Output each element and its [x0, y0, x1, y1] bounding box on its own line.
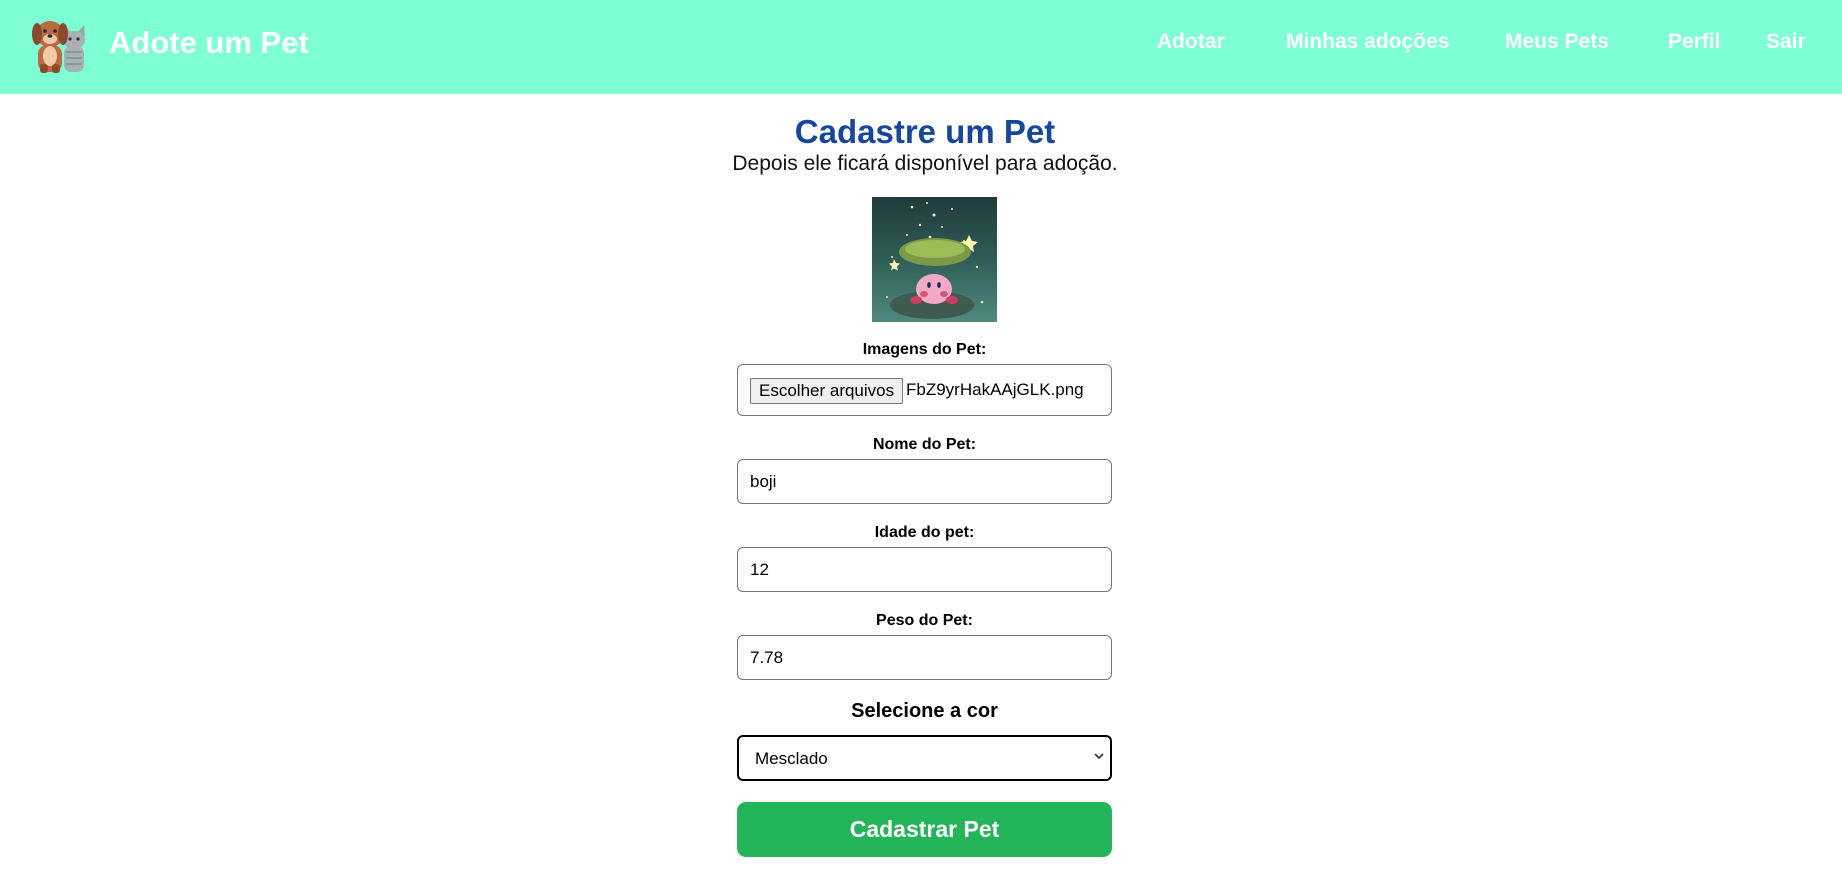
pet-image-preview [872, 197, 997, 322]
submit-pet-button[interactable]: Cadastrar Pet [737, 802, 1112, 857]
chevron-down-icon [1094, 753, 1104, 760]
nav-adotar[interactable]: Adotar [1157, 30, 1225, 54]
page-title: Cadastre um Pet [794, 113, 1056, 150]
register-pet-form: Cadastre um Pet Depois ele ficará dispon… [0, 94, 1842, 887]
selected-file-name: FbZ9yrHakAAjGLK.png [906, 380, 1084, 399]
nav-minhas-adocoes[interactable]: Minhas adoções [1286, 30, 1449, 54]
pet-weight-input[interactable] [737, 635, 1112, 680]
pet-color-select[interactable]: Mesclado [737, 735, 1112, 781]
images-label: Imagens do Pet: [862, 341, 987, 358]
pet-age-input[interactable] [737, 547, 1112, 592]
page-subtitle: Depois ele ficará disponível para adoção… [732, 152, 1118, 175]
top-navbar: Adote um Pet Adotar Minhas adoções Meus … [0, 0, 1842, 94]
dog-and-cat-icon [32, 21, 85, 73]
nav-meus-pets[interactable]: Meus Pets [1505, 30, 1609, 54]
weight-label: Peso do Pet: [876, 612, 973, 629]
nav-sair[interactable]: Sair [1766, 30, 1806, 54]
brand[interactable]: Adote um Pet [28, 12, 309, 74]
name-label: Nome do Pet: [872, 436, 977, 453]
nav-perfil[interactable]: Perfil [1668, 30, 1721, 54]
age-label: Idade do pet: [874, 524, 975, 541]
pet-name-input[interactable] [737, 459, 1112, 504]
pet-images-file-input[interactable]: Escolher arquivos FbZ9yrHakAAjGLK.png [737, 364, 1112, 416]
choose-files-button[interactable]: Escolher arquivos [750, 378, 904, 404]
selected-color: Mesclado [755, 749, 828, 768]
brand-title: Adote um Pet [109, 25, 309, 60]
color-heading: Selecione a cor [851, 700, 998, 722]
